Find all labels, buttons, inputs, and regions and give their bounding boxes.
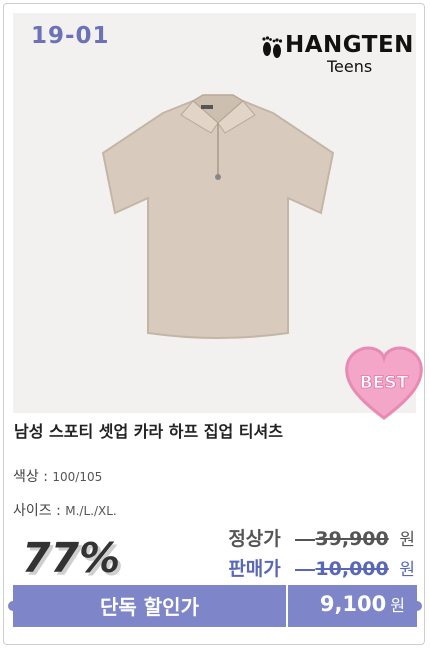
size-label: 사이즈 : xyxy=(13,503,61,519)
shirt-image xyxy=(101,94,335,339)
exclusive-price-bar[interactable]: 단독 할인가 9,100 원 xyxy=(8,585,422,627)
brand-name: HANGTEN xyxy=(285,32,414,58)
brand-subline: Teens xyxy=(327,57,373,76)
final-price-value: 9,100 xyxy=(319,592,387,616)
sale-currency: 원 xyxy=(399,560,415,580)
exclusive-discount-label[interactable]: 단독 할인가 xyxy=(13,591,286,620)
size-value: M./L./XL. xyxy=(65,504,117,518)
sale-price-row: 판매가 10,000 원 xyxy=(228,554,415,581)
footprints-icon xyxy=(262,36,283,58)
color-option: 색상 : 100/105 xyxy=(13,466,102,486)
regular-price: 39,900 xyxy=(295,528,388,550)
regular-currency: 원 xyxy=(399,530,415,550)
final-price[interactable]: 9,100 원 xyxy=(320,592,405,616)
heart-badge: BEST xyxy=(345,346,423,420)
regular-price-label: 정상가 xyxy=(228,528,281,550)
brand-logo: HANGTEN Teens xyxy=(259,31,424,81)
color-label: 색상 : xyxy=(13,469,48,485)
final-currency: 원 xyxy=(390,596,405,615)
product-code: 19-01 xyxy=(31,23,110,49)
bar-divider xyxy=(286,585,288,627)
regular-price-row: 정상가 39,900 원 xyxy=(228,524,415,551)
product-image-area[interactable]: 19-01 HANGTEN Teens BEST xyxy=(13,13,423,420)
bar-right-notch xyxy=(412,601,422,611)
product-title[interactable]: 남성 스포티 셋업 카라 하프 집업 티셔츠 xyxy=(14,418,283,442)
color-value: 100/105 xyxy=(52,470,103,484)
best-badge-text: BEST xyxy=(360,373,409,393)
discount-rate: 77% xyxy=(22,534,121,582)
sale-price-label: 판매가 xyxy=(228,558,281,580)
size-option: 사이즈 : M./L./XL. xyxy=(13,500,117,520)
sale-price: 10,000 xyxy=(295,558,388,580)
